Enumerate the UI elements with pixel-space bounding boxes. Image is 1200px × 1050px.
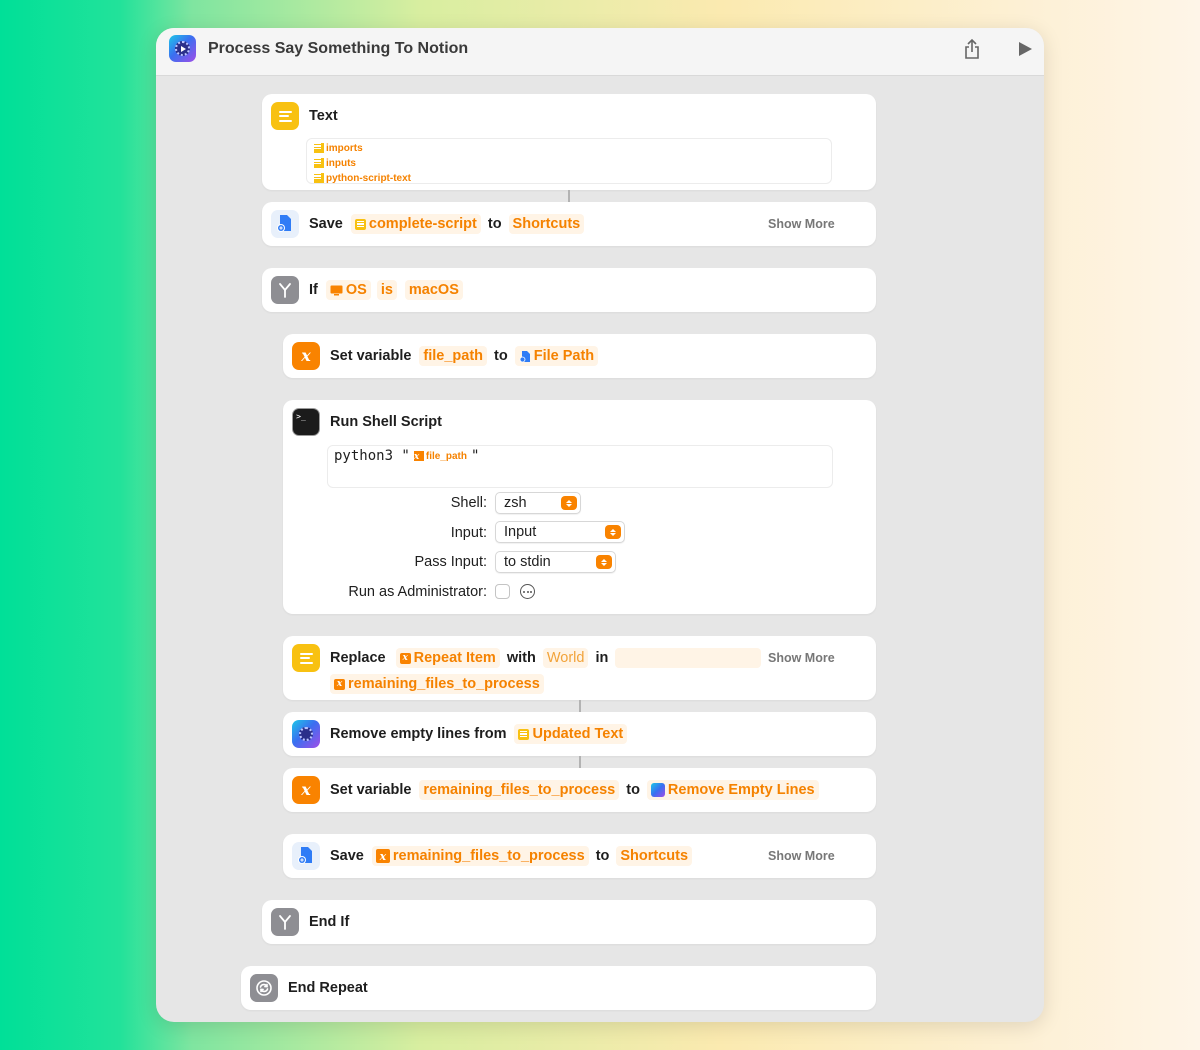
connector-line [568, 190, 570, 202]
end-if-label: End If [309, 914, 350, 930]
replace-label: Replace [330, 650, 386, 666]
macos-value-token[interactable]: macOS [404, 280, 463, 300]
remove-empty-lines-card[interactable]: Remove empty lines from Updated Text [283, 712, 876, 756]
updated-text-token[interactable]: Updated Text [514, 724, 628, 744]
shell-select[interactable]: zsh [495, 492, 581, 514]
replacement-field[interactable]: World [542, 648, 589, 668]
run-shell-script-card[interactable]: >_ Run Shell Script python3 " x file_path… [283, 400, 876, 614]
text-icon [271, 102, 299, 130]
set-variable-file-path-card[interactable]: x Set variable file_path to File Path [283, 334, 876, 378]
chevron-updown-icon [561, 496, 577, 510]
computer-icon [330, 285, 343, 295]
text-content-field[interactable]: imports inputs python-script-text [306, 138, 832, 184]
set-variable-remaining-card[interactable]: x Set variable remaining_files_to_proces… [283, 768, 876, 812]
end-repeat-card[interactable]: End Repeat [241, 966, 876, 1010]
variable-name-token[interactable]: file_path [419, 346, 488, 366]
if-label: If [309, 282, 318, 298]
complete-script-token[interactable]: complete-script [350, 214, 481, 234]
set-variable-label: Set variable [330, 348, 412, 364]
variable-icon: x [292, 776, 320, 804]
end-if-card[interactable]: End If [262, 900, 876, 944]
remaining-files-token[interactable]: x remaining_files_to_process [330, 674, 544, 694]
text-action-card[interactable]: Text imports inputs python-script-text [262, 94, 876, 190]
text-action-label: Text [309, 108, 338, 124]
file-icon [519, 350, 530, 362]
shell-param-label: Shell: [450, 495, 487, 511]
branch-icon [271, 276, 299, 304]
replace-text-action-card[interactable]: Replace x Repeat Item with World in x rema… [283, 636, 876, 700]
text-token-imports[interactable]: imports [314, 141, 411, 155]
save-file-icon [292, 842, 320, 870]
window-title: Process Say Something To Notion [208, 40, 469, 57]
pass-input-param-label: Pass Input: [414, 554, 487, 570]
pass-input-select[interactable]: to stdin [495, 551, 616, 573]
empty-input-field[interactable] [615, 648, 762, 668]
save-file-action-card-2[interactable]: Save x remaining_files_to_process to Shor… [283, 834, 876, 878]
more-options-icon[interactable] [520, 584, 535, 599]
script-editor[interactable]: python3 " x file_path " [327, 445, 833, 488]
file-path-token[interactable]: File Path [514, 346, 599, 366]
run-button[interactable] [1014, 38, 1036, 60]
remove-empty-lines-label: Remove empty lines from [330, 726, 507, 742]
if-action-card[interactable]: If OS is macOS [262, 268, 876, 312]
os-token[interactable]: OS [325, 280, 371, 300]
run-as-admin-label: Run as Administrator: [348, 584, 487, 600]
remaining-files-token[interactable]: x remaining_files_to_process [371, 846, 589, 866]
to-label: to [494, 348, 508, 364]
text-icon [292, 644, 320, 672]
input-select[interactable]: Input [495, 521, 625, 543]
play-icon [1019, 42, 1032, 56]
run-as-admin-checkbox[interactable] [495, 584, 510, 599]
variable-icon: x [292, 342, 320, 370]
to-label: to [626, 782, 640, 798]
text-token-inputs[interactable]: inputs [314, 156, 411, 170]
share-button[interactable] [961, 38, 983, 60]
repeat-icon [250, 974, 278, 1002]
connector-line [579, 700, 581, 712]
in-label: in [595, 650, 609, 666]
save-file-icon [271, 210, 299, 238]
set-variable-label: Set variable [330, 782, 412, 798]
condition-is-token[interactable]: is [376, 280, 397, 300]
destination-shortcuts-token[interactable]: Shortcuts [616, 846, 693, 866]
connector-line [579, 756, 581, 768]
shell-script-label: Run Shell Script [330, 414, 442, 430]
text-token-python-script-text[interactable]: python-script-text [314, 171, 411, 185]
branch-icon [271, 908, 299, 936]
terminal-icon: >_ [292, 408, 320, 436]
chevron-updown-icon [596, 555, 612, 569]
shortcut-icon [292, 720, 320, 748]
repeat-item-token[interactable]: x Repeat Item [395, 648, 500, 668]
script-file-path-token[interactable]: x file_path [413, 449, 467, 463]
save-label: Save [309, 216, 343, 232]
chevron-updown-icon [605, 525, 621, 539]
with-label: with [506, 650, 536, 666]
show-more-button[interactable]: Show More [768, 651, 835, 665]
share-icon [965, 38, 979, 59]
save-label: Save [330, 848, 364, 864]
shortcut-editor-window: Process Say Something To Notion Text imp… [156, 28, 1044, 1022]
script-text: python3 " [334, 448, 410, 464]
show-more-button[interactable]: Show More [768, 849, 835, 863]
shortcut-app-icon [169, 35, 196, 62]
save-file-action-card[interactable]: Save complete-script to Shortcuts Show M… [262, 202, 876, 246]
variable-name-token[interactable]: remaining_files_to_process [419, 780, 620, 800]
script-text-quote: " [470, 448, 480, 464]
input-param-label: Input: [450, 525, 487, 541]
to-label: to [595, 848, 610, 864]
to-label: to [487, 216, 502, 232]
title-bar: Process Say Something To Notion [156, 28, 1044, 76]
show-more-button[interactable]: Show More [768, 217, 835, 231]
destination-shortcuts-token[interactable]: Shortcuts [508, 214, 585, 234]
end-repeat-label: End Repeat [288, 980, 368, 996]
remove-empty-lines-token[interactable]: Remove Empty Lines [646, 780, 819, 800]
